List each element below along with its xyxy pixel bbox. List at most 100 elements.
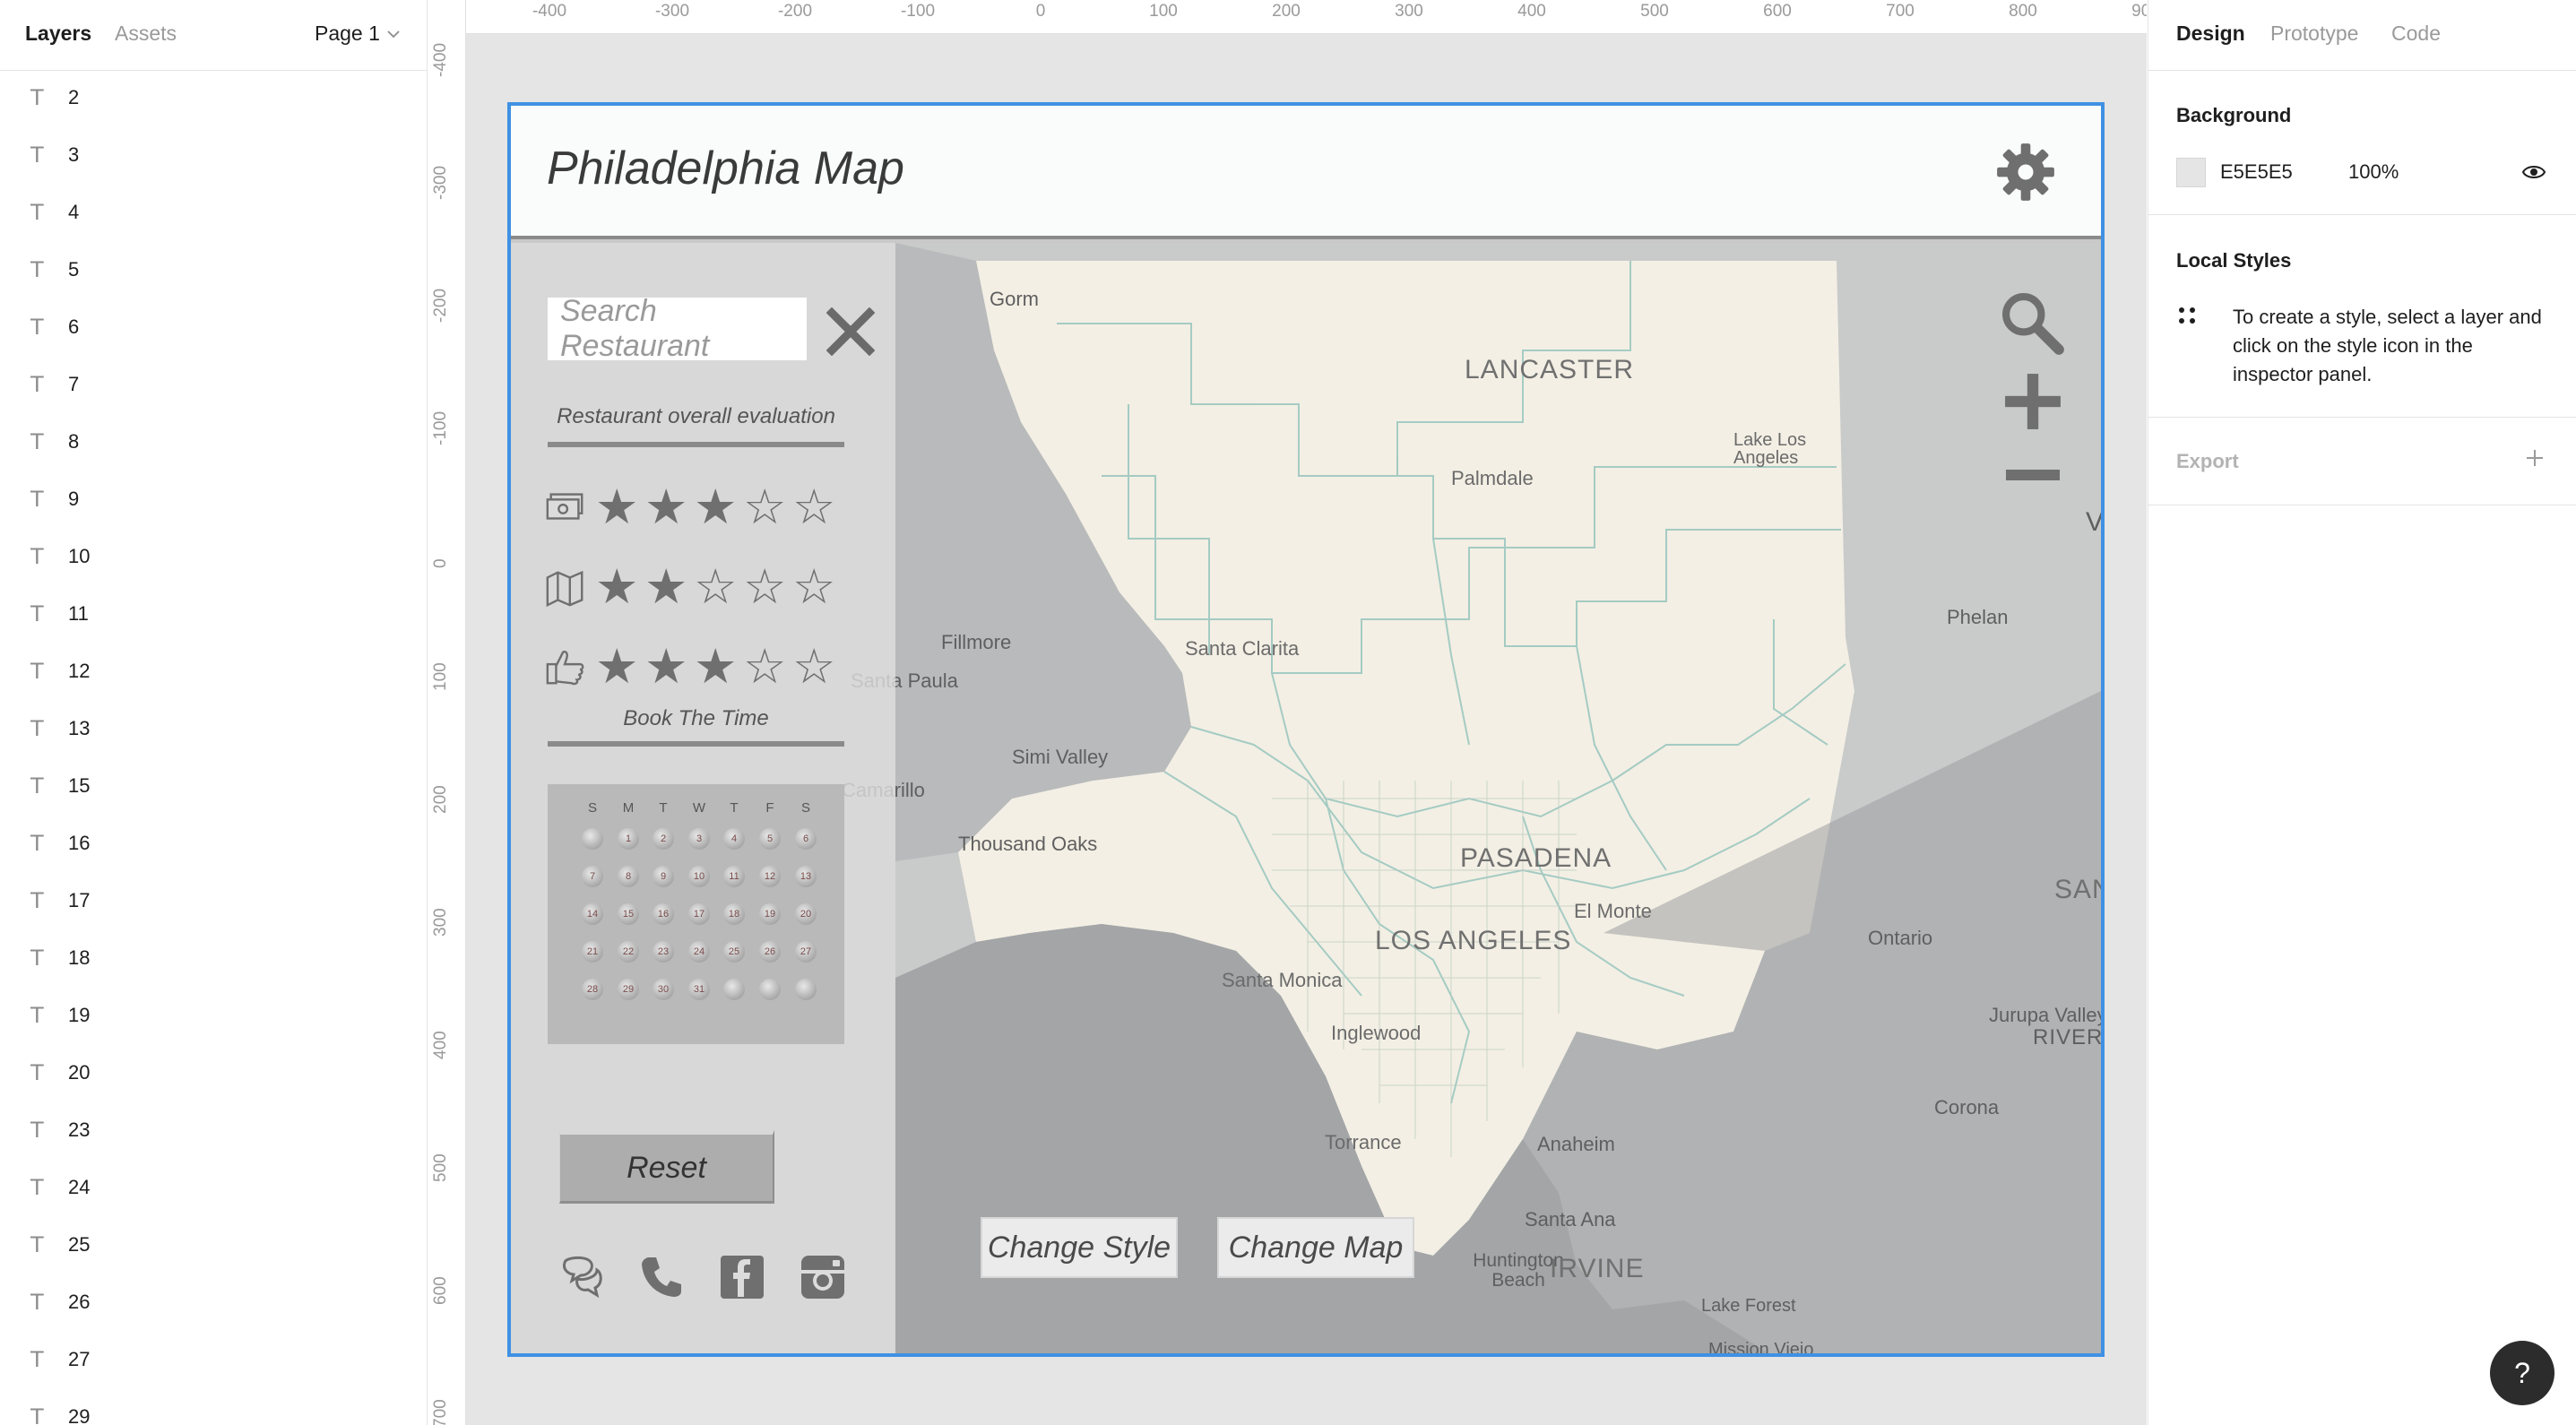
instagram-icon[interactable] [800, 1254, 846, 1300]
layer-row[interactable]: T 17 [0, 872, 427, 929]
layer-row[interactable]: T 12 [0, 643, 427, 700]
calendar-day[interactable]: 22 [618, 941, 639, 963]
layer-row[interactable]: T 27 [0, 1331, 427, 1388]
layer-row[interactable]: T 20 [0, 1044, 427, 1101]
layer-row[interactable]: T 13 [0, 700, 427, 757]
layer-row[interactable]: T2 [0, 69, 427, 126]
layer-row[interactable]: T 25 [0, 1216, 427, 1274]
search-restaurant-input[interactable]: Search Restaurant [548, 294, 807, 363]
gear-icon[interactable] [1995, 142, 2056, 203]
tab-code[interactable]: Code [2391, 22, 2441, 46]
star-empty-icon[interactable]: ☆ [743, 480, 786, 534]
layer-row[interactable]: T 19 [0, 987, 427, 1044]
app-frame[interactable]: Gorm LANCASTER Palmdale Lake Los Angeles… [507, 102, 2105, 1357]
star-filled-icon[interactable]: ★ [644, 640, 687, 694]
star-empty-icon[interactable]: ☆ [694, 560, 737, 614]
layer-row[interactable]: T 24 [0, 1159, 427, 1216]
layer-row[interactable]: T 18 [0, 929, 427, 987]
calendar-day[interactable]: 29 [618, 979, 639, 1000]
calendar-day[interactable]: 27 [795, 941, 817, 963]
layer-row[interactable]: T 26 [0, 1274, 427, 1331]
add-export-icon[interactable] [2524, 447, 2546, 469]
zoom-out-icon[interactable] [2003, 464, 2062, 486]
star-filled-icon[interactable]: ★ [694, 480, 737, 534]
chat-icon[interactable] [558, 1254, 604, 1300]
calendar-day[interactable]: 6 [795, 828, 817, 850]
layer-row[interactable]: T8 [0, 413, 427, 471]
design-canvas[interactable]: -400 -300 -200 -100 0 100 200 300 400 500 600 700 80… [428, 0, 2147, 1425]
calendar-day[interactable]: 24 [688, 941, 710, 963]
star-filled-icon[interactable]: ★ [644, 480, 687, 534]
calendar-day[interactable]: 31 [688, 979, 710, 1000]
calendar-day[interactable]: 11 [723, 866, 745, 887]
calendar-day[interactable]: 10 [688, 866, 710, 887]
calendar-day[interactable]: 9 [653, 866, 674, 887]
star-empty-icon[interactable]: ☆ [792, 480, 835, 534]
calendar-day[interactable]: 28 [582, 979, 603, 1000]
layer-row[interactable]: T7 [0, 356, 427, 413]
calendar-day[interactable] [723, 979, 745, 1000]
calendar-day[interactable]: 19 [759, 903, 781, 925]
calendar-day[interactable]: 14 [582, 903, 603, 925]
calendar-day[interactable]: 17 [688, 903, 710, 925]
search-icon[interactable] [1999, 289, 2065, 356]
background-opacity-input[interactable]: 100% [2348, 160, 2399, 184]
calendar-day[interactable]: 21 [582, 941, 603, 963]
background-hex-input[interactable]: E5E5E5 [2220, 160, 2293, 184]
change-style-button[interactable]: Change Style [981, 1217, 1178, 1278]
calendar-day[interactable]: 26 [759, 941, 781, 963]
calendar-day[interactable]: 18 [723, 903, 745, 925]
reset-button[interactable]: Reset [559, 1130, 774, 1204]
star-empty-icon[interactable]: ☆ [792, 560, 835, 614]
calendar-day[interactable]: 20 [795, 903, 817, 925]
calendar-day[interactable]: 3 [688, 828, 710, 850]
calendar-day[interactable]: 30 [653, 979, 674, 1000]
tab-assets[interactable]: Assets [115, 22, 177, 46]
tab-prototype[interactable]: Prototype [2270, 22, 2358, 46]
layer-row[interactable]: T 16 [0, 815, 427, 872]
tab-layers[interactable]: Layers [25, 22, 91, 46]
star-empty-icon[interactable]: ☆ [743, 560, 786, 614]
calendar-day[interactable] [759, 979, 781, 1000]
close-icon[interactable] [826, 307, 875, 356]
booking-calendar[interactable]: S M T W T F S 1 2 3 4 5 6 7 8 9 10 11 12 13 14 15 16 17 18 19 20 21… [548, 784, 844, 1044]
star-filled-icon[interactable]: ★ [595, 480, 638, 534]
calendar-day[interactable]: 2 [653, 828, 674, 850]
layer-row[interactable]: T4 [0, 184, 427, 241]
phone-icon[interactable] [638, 1254, 685, 1300]
layer-row[interactable]: T3 [0, 126, 427, 184]
map-view[interactable]: Gorm LANCASTER Palmdale Lake Los Angeles… [842, 243, 2101, 1353]
star-empty-icon[interactable]: ☆ [792, 640, 835, 694]
calendar-day[interactable] [582, 828, 603, 850]
page-select[interactable]: Page 1 [315, 22, 400, 46]
calendar-day[interactable]: 13 [795, 866, 817, 887]
calendar-day[interactable]: 16 [653, 903, 674, 925]
layer-row[interactable]: T 29 [0, 1388, 427, 1425]
star-filled-icon[interactable]: ★ [694, 640, 737, 694]
layer-row[interactable]: T 23 [0, 1101, 427, 1159]
layer-row[interactable]: T 10 [0, 528, 427, 585]
change-map-button[interactable]: Change Map [1217, 1217, 1414, 1278]
calendar-day[interactable]: 25 [723, 941, 745, 963]
calendar-day[interactable]: 8 [618, 866, 639, 887]
calendar-day[interactable] [795, 979, 817, 1000]
calendar-day[interactable]: 4 [723, 828, 745, 850]
layer-row[interactable]: T6 [0, 298, 427, 356]
layer-row[interactable]: T 11 [0, 585, 427, 643]
star-empty-icon[interactable]: ☆ [743, 640, 786, 694]
zoom-in-icon[interactable] [2003, 372, 2062, 431]
export-heading[interactable]: Export [2176, 450, 2239, 473]
star-filled-icon[interactable]: ★ [644, 560, 687, 614]
star-filled-icon[interactable]: ★ [595, 560, 638, 614]
background-color-swatch[interactable] [2176, 158, 2206, 187]
calendar-day[interactable]: 5 [759, 828, 781, 850]
calendar-day[interactable]: 12 [759, 866, 781, 887]
calendar-day[interactable]: 1 [618, 828, 639, 850]
eye-icon[interactable] [2521, 162, 2546, 182]
calendar-day[interactable]: 15 [618, 903, 639, 925]
layer-row[interactable]: T 15 [0, 757, 427, 815]
help-button[interactable]: ? [2490, 1341, 2554, 1405]
calendar-day[interactable]: 7 [582, 866, 603, 887]
star-filled-icon[interactable]: ★ [595, 640, 638, 694]
layer-row[interactable]: T5 [0, 241, 427, 298]
